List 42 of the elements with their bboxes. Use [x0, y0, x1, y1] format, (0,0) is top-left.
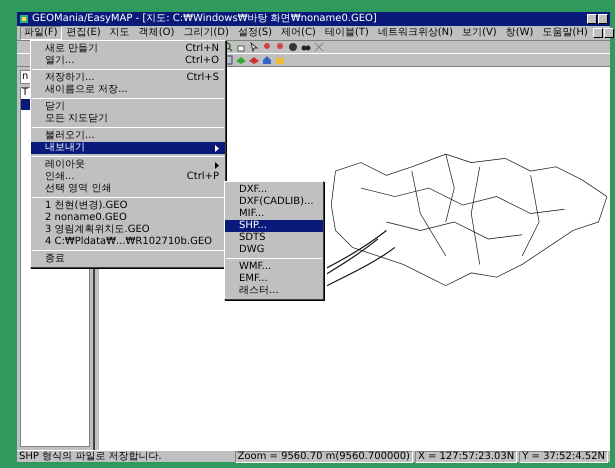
menu-item[interactable]: 편집(E): [62, 26, 105, 40]
menu-item[interactable]: DXF(CADLIB)...: [225, 196, 323, 208]
menu-item[interactable]: 제어(C): [277, 26, 320, 40]
menu-item[interactable]: 1 천현(변경).GEO: [31, 200, 225, 212]
menu-item[interactable]: 저장하기... Ctrl+S: [31, 72, 225, 84]
menu-item[interactable]: SHP...: [225, 220, 323, 232]
menu-item[interactable]: 파일(F): [20, 26, 62, 40]
menu-item[interactable]: 도움말(H): [538, 26, 592, 40]
menu-item[interactable]: 새로 만들기 Ctrl+N: [31, 43, 225, 55]
menu-item[interactable]: 객체(O): [134, 26, 178, 40]
menu-item[interactable]: 닫기: [31, 101, 225, 113]
menu-item[interactable]: 3 영림계획위치도.GEO: [31, 224, 225, 236]
status-message: SHP 형식의 파일로 저장합니다.: [19, 452, 163, 462]
menu-item[interactable]: EMF...: [225, 273, 323, 285]
status-pane: X = 127:57:23.03N: [414, 450, 518, 462]
menu-item[interactable]: 래스터...: [225, 285, 323, 297]
status-pane: Y = 37:52:4.52N: [519, 450, 608, 462]
menu-item[interactable]: 창(W): [502, 26, 538, 40]
window-title: GEOMania/EasyMAP - [지도: C:₩Windows₩바탕 화면₩noname0.GEO]: [32, 14, 377, 24]
menu-item[interactable]: 불러오기...: [31, 130, 225, 142]
menu-item[interactable]: 테이블(T): [320, 26, 373, 40]
menu-item[interactable]: 지도: [106, 26, 134, 40]
menu-item[interactable]: DWG: [225, 244, 323, 256]
menu-item[interactable]: 인쇄... Ctrl+P: [31, 171, 225, 183]
menu-item[interactable]: 보기(V): [458, 26, 501, 40]
menu-item[interactable]: 설정(S): [234, 26, 276, 40]
menu-item[interactable]: 내보내기: [31, 142, 225, 154]
menu-item[interactable]: 새이름으로 저장...: [31, 84, 225, 96]
menu-item[interactable]: DXF...: [225, 184, 323, 196]
menu-item[interactable]: WMF...: [225, 261, 323, 273]
menu-item[interactable]: 그리기(D): [179, 26, 233, 40]
menu-item[interactable]: 네트워크위상(N): [374, 26, 458, 40]
status-pane: Zoom = 9560.70 m(9560.700000): [234, 450, 413, 462]
menu-item[interactable]: 4 C:₩Pldata₩...₩R102710b.GEO: [31, 236, 225, 248]
menu-item[interactable]: 2 noname0.GEO: [31, 212, 225, 224]
menu-item[interactable]: 레이아웃: [31, 159, 225, 171]
menu-item[interactable]: MIF...: [225, 208, 323, 220]
menu-item[interactable]: SDTS: [225, 232, 323, 244]
menu-item[interactable]: 선택 영역 인쇄: [31, 183, 225, 195]
menu-item[interactable]: 종료: [31, 253, 225, 265]
menu-item[interactable]: 열기... Ctrl+O: [31, 55, 225, 67]
menu-item[interactable]: 모든 지도닫기: [31, 113, 225, 125]
